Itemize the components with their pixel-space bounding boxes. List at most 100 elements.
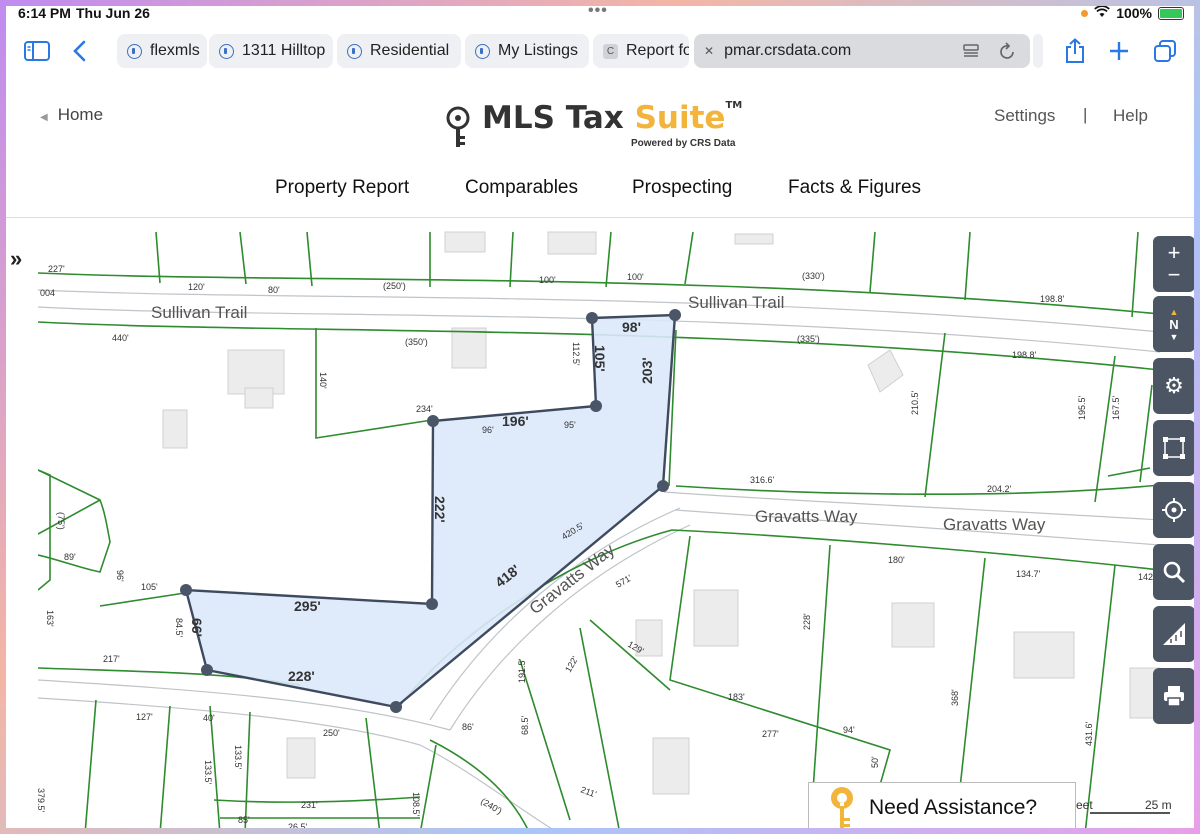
svg-text:210.5': 210.5'	[910, 390, 920, 415]
svg-text:167.5': 167.5'	[1111, 395, 1121, 420]
tab-my-listings[interactable]: My Listings	[465, 34, 589, 68]
tab-report[interactable]: C Report fo	[593, 34, 689, 68]
svg-text:134.7': 134.7'	[1016, 569, 1041, 579]
status-bar: 6:14 PM Thu Jun 26 ••• 100%	[0, 0, 1200, 26]
search-icon[interactable]	[1153, 544, 1195, 600]
home-link[interactable]: ◀ Home	[40, 105, 103, 125]
parcel-map[interactable]: Sullivan Trail Sullivan Trail Gravatts W…	[38, 230, 1200, 834]
svg-text:198.8': 198.8'	[1012, 350, 1037, 360]
scale-bar	[1090, 812, 1170, 814]
scale-feet-label: eet	[1076, 798, 1093, 812]
svg-text:228': 228'	[802, 613, 812, 630]
share-icon[interactable]	[1060, 36, 1090, 66]
zoom-in-icon[interactable]: +	[1168, 242, 1181, 264]
svg-text:431.6': 431.6'	[1084, 721, 1094, 746]
header-separator: |	[1083, 105, 1088, 124]
measure-ruler-icon[interactable]	[1153, 606, 1195, 662]
svg-text:191.5': 191.5'	[517, 658, 527, 683]
street-label: Gravatts Way	[755, 507, 858, 526]
reader-icon[interactable]	[962, 42, 980, 65]
svg-text:142: 142	[1138, 572, 1153, 582]
locate-crosshair-icon[interactable]	[1153, 482, 1195, 538]
print-icon[interactable]	[1153, 668, 1195, 724]
settings-link[interactable]: Settings	[994, 106, 1055, 126]
svg-text:68.5': 68.5'	[520, 715, 530, 735]
svg-text:26.5': 26.5'	[288, 822, 308, 832]
parcel-dim-label: 98'	[622, 319, 641, 335]
svg-text:100': 100'	[539, 275, 556, 285]
svg-text:86': 86'	[462, 722, 474, 732]
map-canvas: Sullivan Trail Sullivan Trail Gravatts W…	[38, 231, 1161, 834]
expand-panel-icon[interactable]: »	[10, 246, 22, 272]
svg-text:84.5': 84.5'	[174, 618, 184, 638]
help-link[interactable]: Help	[1113, 106, 1148, 126]
site-icon	[347, 43, 362, 59]
tab-flexmls[interactable]: flexmls	[117, 34, 207, 68]
status-date: Thu Jun 26	[76, 5, 150, 21]
nav-comparables[interactable]: Comparables	[465, 177, 578, 199]
need-assistance-button[interactable]: Need Assistance?	[808, 782, 1076, 834]
assistance-key-icon	[827, 785, 857, 834]
svg-text:(330'): (330')	[802, 271, 825, 281]
close-tab-icon[interactable]: ✕	[704, 44, 714, 58]
svg-text:112.5': 112.5'	[571, 342, 581, 366]
tab-hilltop[interactable]: 1311 Hilltop	[209, 34, 333, 68]
svg-text:50': 50'	[870, 756, 880, 768]
site-icon	[219, 43, 234, 59]
powered-by: Powered by CRS Data	[631, 138, 736, 149]
svg-text:120': 120'	[188, 282, 205, 292]
tab-overflow[interactable]	[1033, 34, 1043, 68]
map-settings-gear-icon[interactable]: ⚙	[1153, 358, 1195, 414]
battery-percent: 100%	[1116, 5, 1152, 21]
svg-text:180': 180'	[888, 555, 905, 565]
svg-text:250': 250'	[323, 728, 340, 738]
parcel-dim-label: 196'	[502, 413, 529, 429]
tab-residential[interactable]: Residential	[337, 34, 461, 68]
compass-control[interactable]: ▲ N ▼	[1153, 296, 1195, 352]
svg-text:96': 96'	[482, 425, 494, 435]
browser-tab-bar: flexmls 1311 Hilltop Residential My List…	[0, 28, 1200, 74]
svg-text:379.5': 379.5'	[38, 788, 46, 813]
nav-property-report[interactable]: Property Report	[275, 177, 409, 199]
parcel-dim-label: 105'	[592, 345, 608, 372]
zoom-control[interactable]: + −	[1153, 236, 1195, 292]
zoom-out-icon[interactable]: −	[1168, 264, 1181, 286]
svg-text:(75'): (75')	[56, 512, 66, 530]
svg-text:40': 40'	[203, 713, 215, 723]
svg-text:(250'): (250')	[383, 281, 406, 291]
parcel-dim-label: 222'	[432, 496, 448, 523]
back-chevron-icon[interactable]	[64, 36, 94, 66]
draw-area-icon[interactable]	[1153, 420, 1195, 476]
new-tab-plus-icon[interactable]	[1104, 36, 1134, 66]
svg-text:105': 105'	[141, 582, 158, 592]
sidebar-toggle-icon[interactable]	[22, 36, 52, 66]
tab-overview-icon[interactable]	[1150, 36, 1180, 66]
parcel-dim-label: 203'	[639, 357, 655, 384]
street-label: Sullivan Trail	[151, 303, 247, 322]
nav-facts-figures[interactable]: Facts & Figures	[788, 177, 921, 199]
svg-text:316.6': 316.6'	[750, 475, 775, 485]
svg-text:100': 100'	[627, 272, 644, 282]
mls-tax-suite-logo: MLS Tax SuiteTM Powered by CRS Data	[446, 100, 742, 149]
tab-active-url[interactable]: ✕ pmar.crsdata.com	[694, 34, 1030, 68]
wifi-icon	[1094, 4, 1111, 21]
reload-icon[interactable]	[998, 41, 1016, 66]
svg-text:122': 122'	[563, 654, 580, 674]
svg-text:(335'): (335')	[797, 334, 820, 344]
svg-text:89': 89'	[64, 552, 76, 562]
svg-text:108.5': 108.5'	[411, 792, 421, 817]
parcel-dim-label: 66'	[189, 618, 205, 637]
mic-indicator-icon	[1081, 9, 1089, 17]
north-down-arrow-icon: ▼	[1169, 331, 1179, 342]
svg-text:211': 211'	[579, 784, 598, 799]
nav-prospecting[interactable]: Prospecting	[632, 177, 732, 199]
svg-text:217': 217'	[103, 654, 120, 664]
svg-text:571': 571'	[614, 573, 634, 590]
logo-text: MLS Tax	[482, 100, 635, 136]
scale-meters-label: 25 m	[1145, 798, 1172, 812]
address-bar-url[interactable]: pmar.crsdata.com	[724, 42, 851, 60]
multitask-dots-icon[interactable]: •••	[588, 2, 608, 20]
svg-text:127': 127'	[136, 712, 153, 722]
svg-text:96': 96'	[115, 570, 125, 582]
svg-text:(350'): (350')	[405, 337, 428, 347]
